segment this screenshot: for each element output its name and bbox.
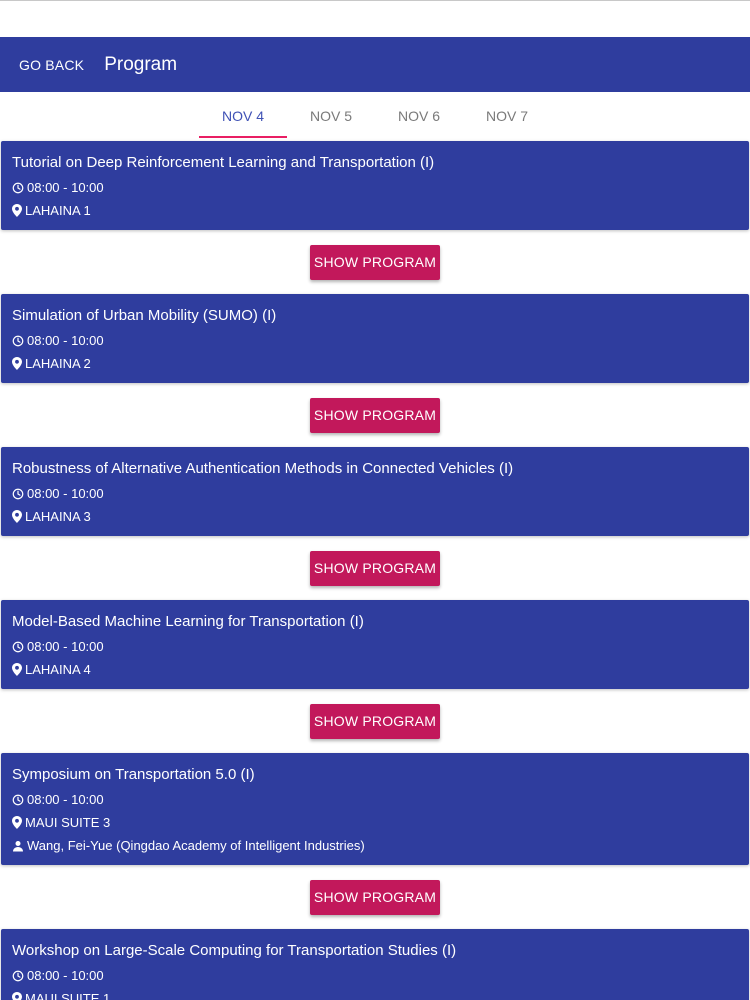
session-person: Wang, Fei-Yue (Qingdao Academy of Intell… (27, 838, 365, 853)
show-program-row: SHOW PROGRAM (0, 865, 750, 929)
session-location-row: LAHAINA 3 (12, 505, 738, 528)
tab-nov-6[interactable]: NOV 6 (375, 92, 463, 140)
app-bar: GO BACK Program (0, 37, 750, 92)
clock-icon (12, 335, 24, 346)
session-card[interactable]: Robustness of Alternative Authentication… (1, 447, 749, 536)
location-pin-icon (12, 357, 22, 370)
location-pin-icon (12, 816, 22, 829)
show-program-button[interactable]: SHOW PROGRAM (310, 550, 440, 586)
session-location-row: LAHAINA 4 (12, 658, 738, 681)
session-time: 08:00 - 10:00 (27, 180, 104, 195)
session-person-row: Wang, Fei-Yue (Qingdao Academy of Intell… (12, 834, 738, 857)
session-location-row: LAHAINA 1 (12, 199, 738, 222)
tab-nov-4[interactable]: NOV 4 (199, 92, 287, 140)
session-time-row: 08:00 - 10:00 (12, 482, 738, 505)
person-icon (13, 840, 23, 851)
session-card[interactable]: Symposium on Transportation 5.0 (I) 08:0… (1, 753, 749, 865)
session-title: Simulation of Urban Mobility (SUMO) (I) (12, 307, 277, 324)
show-program-button[interactable]: SHOW PROGRAM (310, 244, 440, 280)
clock-icon (12, 182, 24, 193)
session-time-row: 08:00 - 10:00 (12, 964, 738, 987)
session-location: LAHAINA 2 (25, 356, 91, 371)
session-location: MAUI SUITE 3 (25, 815, 111, 830)
session-location: MAUI SUITE 1 (25, 991, 111, 1000)
session-time: 08:00 - 10:00 (27, 792, 104, 807)
clock-icon (12, 794, 24, 805)
session-card[interactable]: Simulation of Urban Mobility (SUMO) (I) … (1, 294, 749, 383)
session-time-row: 08:00 - 10:00 (12, 635, 738, 658)
session-list: Tutorial on Deep Reinforcement Learning … (0, 141, 750, 1000)
session-time: 08:00 - 10:00 (27, 333, 104, 348)
session-time: 08:00 - 10:00 (27, 486, 104, 501)
session-time: 08:00 - 10:00 (27, 968, 104, 983)
clock-icon (12, 641, 24, 652)
session-location-row: MAUI SUITE 3 (12, 811, 738, 834)
session-card[interactable]: Workshop on Large-Scale Computing for Tr… (1, 929, 749, 1000)
show-program-row: SHOW PROGRAM (0, 536, 750, 600)
session-title: Model-Based Machine Learning for Transpo… (12, 613, 364, 630)
session-time: 08:00 - 10:00 (27, 639, 104, 654)
session-location: LAHAINA 4 (25, 662, 91, 677)
go-back-button[interactable]: GO BACK (19, 57, 84, 73)
date-tabs: NOV 4 NOV 5 NOV 6 NOV 7 (0, 92, 750, 140)
session-time-row: 08:00 - 10:00 (12, 176, 738, 199)
show-program-button[interactable]: SHOW PROGRAM (310, 879, 440, 915)
show-program-button[interactable]: SHOW PROGRAM (310, 397, 440, 433)
show-program-row: SHOW PROGRAM (0, 383, 750, 447)
session-location-row: MAUI SUITE 1 (12, 987, 738, 1000)
top-divider (0, 0, 750, 1)
session-time-row: 08:00 - 10:00 (12, 788, 738, 811)
location-pin-icon (12, 510, 22, 523)
session-location: LAHAINA 3 (25, 509, 91, 524)
session-card[interactable]: Tutorial on Deep Reinforcement Learning … (1, 141, 749, 230)
location-pin-icon (12, 663, 22, 676)
tab-nov-5[interactable]: NOV 5 (287, 92, 375, 140)
session-location-row: LAHAINA 2 (12, 352, 738, 375)
clock-icon (12, 970, 24, 981)
location-pin-icon (12, 204, 22, 217)
session-title: Symposium on Transportation 5.0 (I) (12, 766, 255, 783)
show-program-row: SHOW PROGRAM (0, 230, 750, 294)
session-title: Robustness of Alternative Authentication… (12, 460, 514, 477)
show-program-button[interactable]: SHOW PROGRAM (310, 703, 440, 739)
location-pin-icon (12, 992, 22, 1000)
session-title: Workshop on Large-Scale Computing for Tr… (12, 942, 457, 959)
session-time-row: 08:00 - 10:00 (12, 329, 738, 352)
clock-icon (12, 488, 24, 499)
show-program-row: SHOW PROGRAM (0, 689, 750, 753)
page-title: Program (104, 53, 178, 75)
session-title: Tutorial on Deep Reinforcement Learning … (12, 154, 435, 171)
tab-nov-7[interactable]: NOV 7 (463, 92, 551, 140)
session-card[interactable]: Model-Based Machine Learning for Transpo… (1, 600, 749, 689)
session-location: LAHAINA 1 (25, 203, 91, 218)
